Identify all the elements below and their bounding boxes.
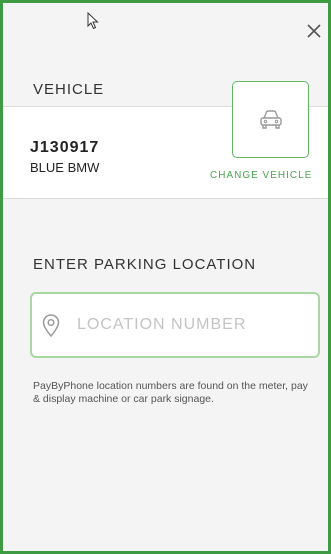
location-number-input[interactable]: LOCATION NUMBER bbox=[30, 292, 320, 358]
close-icon[interactable] bbox=[306, 23, 322, 39]
license-plate: J130917 bbox=[30, 139, 100, 156]
parking-location-heading: ENTER PARKING LOCATION bbox=[33, 256, 257, 273]
change-vehicle-button[interactable] bbox=[232, 81, 309, 158]
vehicle-description: BLUE BMW bbox=[30, 160, 100, 175]
vehicle-section-label: VEHICLE bbox=[33, 81, 105, 98]
car-icon bbox=[259, 109, 282, 129]
location-pin-icon bbox=[42, 314, 60, 338]
location-help-text: PayByPhone location numbers are found on… bbox=[33, 380, 308, 405]
modal-panel: VEHICLE J130917 BLUE BMW CHANGE VEHICLE … bbox=[0, 0, 331, 554]
location-number-placeholder: LOCATION NUMBER bbox=[77, 316, 247, 333]
mouse-cursor-icon bbox=[87, 12, 99, 30]
change-vehicle-link[interactable]: CHANGE VEHICLE bbox=[210, 170, 312, 181]
